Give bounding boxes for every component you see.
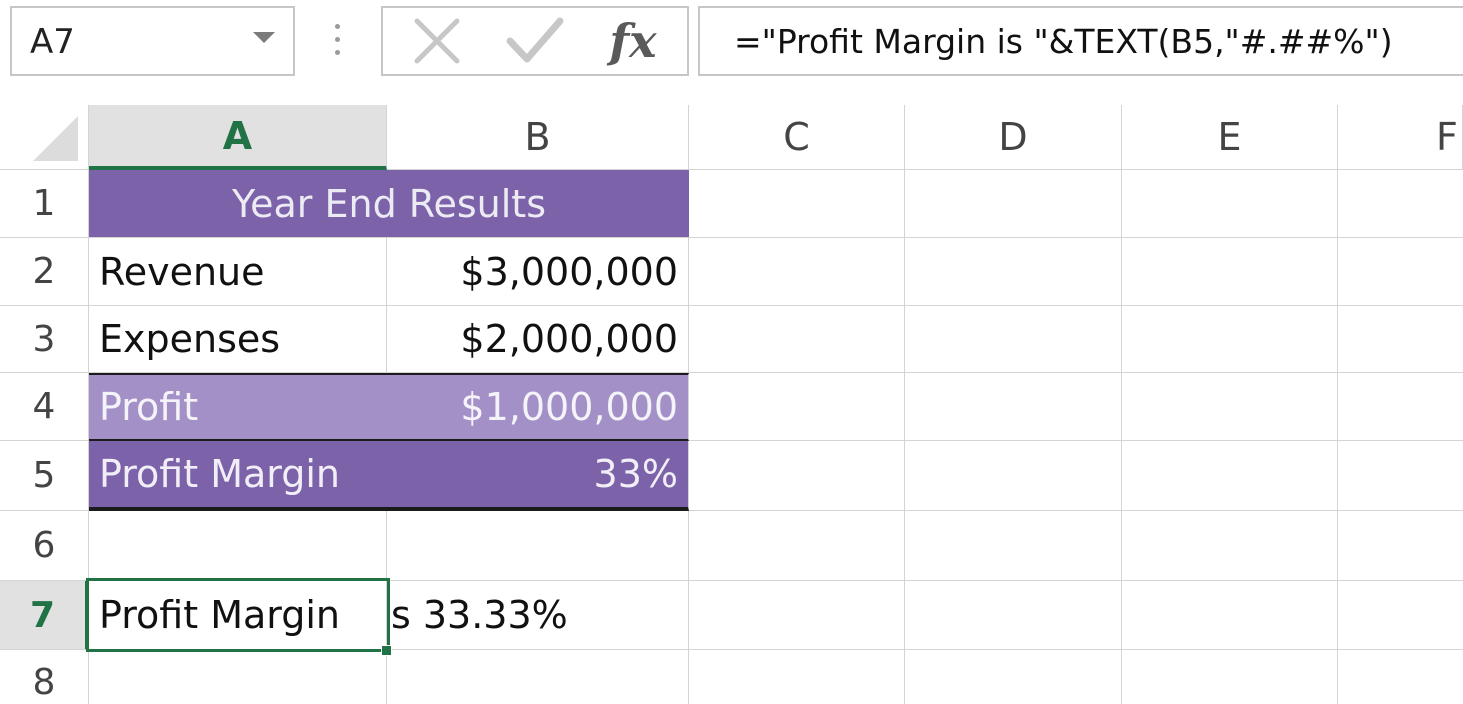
cell-d1[interactable]	[905, 170, 1122, 238]
cell-e4[interactable]	[1122, 373, 1338, 441]
row-header-6[interactable]: 6	[0, 511, 89, 581]
cell-e3[interactable]	[1122, 306, 1338, 373]
fill-handle[interactable]	[381, 645, 392, 656]
cell-b6[interactable]	[387, 511, 689, 581]
cell-a3[interactable]: Expenses	[89, 306, 387, 373]
cell-d3[interactable]	[905, 306, 1122, 373]
formula-toolbar: A7 fx ="Profit Margin is "&TEXT(B5,"#.##…	[0, 0, 1463, 95]
column-header-d[interactable]: D	[905, 105, 1122, 170]
formula-text[interactable]: ="Profit Margin is "&TEXT(B5,"#.##%")	[734, 22, 1393, 61]
row-header-4[interactable]: 4	[0, 373, 89, 441]
cell-e6[interactable]	[1122, 511, 1338, 581]
cell-b3[interactable]: $2,000,000	[387, 306, 689, 373]
cell-f1[interactable]	[1338, 170, 1463, 238]
cell-c5[interactable]	[689, 441, 905, 511]
cell-d4[interactable]	[905, 373, 1122, 441]
chevron-down-icon[interactable]	[253, 32, 275, 43]
formula-input[interactable]: ="Profit Margin is "&TEXT(B5,"#.##%")	[698, 6, 1463, 76]
cell-c7[interactable]	[689, 581, 905, 650]
column-header-b[interactable]: B	[387, 105, 689, 170]
column-header-e[interactable]: E	[1122, 105, 1338, 170]
select-all-button[interactable]	[0, 105, 89, 170]
column-header-c[interactable]: C	[689, 105, 905, 170]
cell-d7[interactable]	[905, 581, 1122, 650]
cell-c4[interactable]	[689, 373, 905, 441]
row-header-2[interactable]: 2	[0, 238, 89, 306]
name-box-value[interactable]: A7	[30, 22, 75, 62]
cell-c3[interactable]	[689, 306, 905, 373]
fx-icon: fx	[609, 14, 657, 68]
cell-b5[interactable]: 33%	[387, 441, 689, 511]
cell-d2[interactable]	[905, 238, 1122, 306]
name-box[interactable]: A7	[10, 6, 295, 76]
cell-f4[interactable]	[1338, 373, 1463, 441]
cell-a1-title[interactable]: Year End Results	[89, 170, 689, 238]
cell-f2[interactable]	[1338, 238, 1463, 306]
cell-e2[interactable]	[1122, 238, 1338, 306]
column-header-a[interactable]: A	[89, 105, 387, 170]
checkmark-icon	[506, 17, 564, 63]
cancel-button[interactable]	[397, 8, 477, 74]
cell-e7[interactable]	[1122, 581, 1338, 650]
cell-a4[interactable]: Profit	[89, 373, 387, 441]
cell-a7-text[interactable]: Profit Margin	[89, 581, 387, 650]
insert-function-button[interactable]: fx	[593, 8, 673, 74]
cell-a7-overflow-text: s 33.33%	[387, 581, 689, 650]
cell-a6[interactable]	[89, 511, 387, 581]
cell-b2[interactable]: $3,000,000	[387, 238, 689, 306]
cell-a8[interactable]	[89, 650, 387, 704]
cell-f6[interactable]	[1338, 511, 1463, 581]
cell-b4[interactable]: $1,000,000	[387, 373, 689, 441]
row-header-5[interactable]: 5	[0, 441, 89, 511]
cell-f7[interactable]	[1338, 581, 1463, 650]
cell-grid[interactable]: Year End Results Revenue $3,000,000 Expe…	[86, 170, 1463, 704]
cell-c1[interactable]	[689, 170, 905, 238]
formula-buttons: fx	[381, 6, 689, 76]
cell-f8[interactable]	[1338, 650, 1463, 704]
cell-f5[interactable]	[1338, 441, 1463, 511]
row-header-3[interactable]: 3	[0, 306, 89, 373]
cell-e8[interactable]	[1122, 650, 1338, 704]
cell-c8[interactable]	[689, 650, 905, 704]
row-header-8[interactable]: 8	[0, 650, 89, 704]
cell-d5[interactable]	[905, 441, 1122, 511]
cell-b8[interactable]	[387, 650, 689, 704]
cell-a2[interactable]: Revenue	[89, 238, 387, 306]
column-header-f[interactable]: F	[1338, 105, 1463, 170]
cell-e5[interactable]	[1122, 441, 1338, 511]
cell-f3[interactable]	[1338, 306, 1463, 373]
select-all-icon	[33, 116, 78, 161]
cell-d6[interactable]	[905, 511, 1122, 581]
drag-handle-icon[interactable]	[333, 22, 341, 58]
cell-d8[interactable]	[905, 650, 1122, 704]
row-header-7[interactable]: 7	[0, 581, 89, 650]
row-header-1[interactable]: 1	[0, 170, 89, 238]
cell-c6[interactable]	[689, 511, 905, 581]
close-icon	[414, 18, 460, 64]
cell-c2[interactable]	[689, 238, 905, 306]
cell-a5[interactable]: Profit Margin	[89, 441, 387, 511]
enter-button[interactable]	[495, 8, 575, 74]
cell-e1[interactable]	[1122, 170, 1338, 238]
